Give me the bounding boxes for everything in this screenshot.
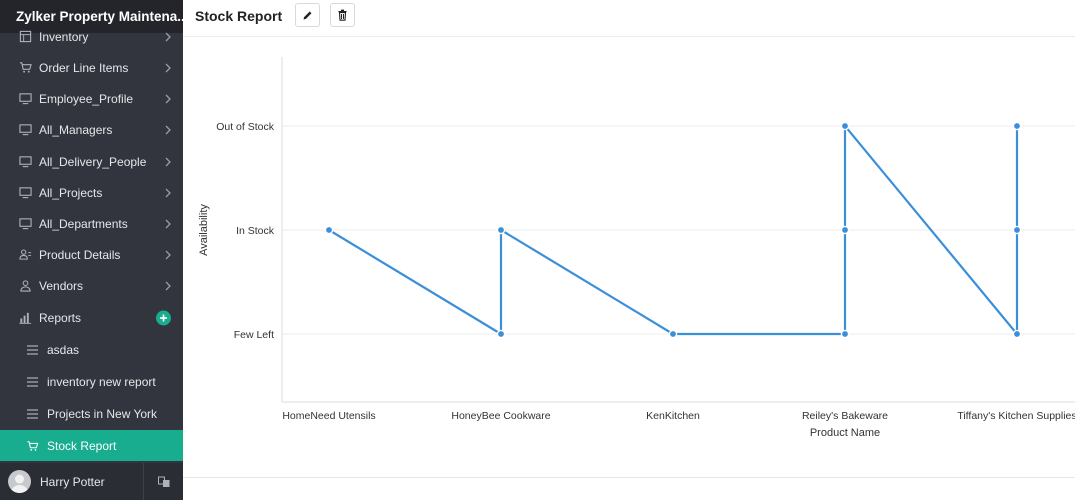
chevron-right-icon <box>165 281 171 290</box>
data-point[interactable] <box>840 225 850 235</box>
user-bar: Harry Potter <box>0 463 183 500</box>
report-item-label: asdas <box>47 342 80 357</box>
data-point[interactable] <box>1012 225 1022 235</box>
y-axis-label: Availability <box>198 204 210 256</box>
data-point[interactable] <box>1012 329 1022 339</box>
monitor-icon <box>18 123 32 137</box>
sidebar-item-label: All_Managers <box>39 122 113 137</box>
y-tick-label: Few Left <box>234 329 274 341</box>
x-tick-label: HomeNeed Utensils <box>282 410 375 422</box>
report-item-label: Stock Report <box>47 438 117 453</box>
sidebar: Zylker Property Maintena... Inventory Or… <box>0 0 183 500</box>
add-report-button[interactable] <box>156 310 171 325</box>
sidebar-item-reports[interactable]: Reports <box>0 302 183 333</box>
chevron-right-icon <box>165 125 171 134</box>
data-point[interactable] <box>840 329 850 339</box>
x-axis-label: Product Name <box>810 427 880 439</box>
table-icon <box>18 30 32 44</box>
users-icon <box>18 248 32 262</box>
translate-icon <box>157 476 169 487</box>
sidebar-item-all-departments[interactable]: All_Departments <box>0 208 183 239</box>
report-item-projects-in-new-york[interactable]: Projects in New York <box>0 398 183 429</box>
chart-icon <box>18 311 32 325</box>
x-tick-label: Tiffany's Kitchen Supplies <box>957 410 1075 422</box>
report-item-asdas[interactable]: asdas <box>0 334 183 365</box>
report-item-stock-report[interactable]: Stock Report <box>0 430 183 461</box>
monitor-icon <box>18 186 32 200</box>
sidebar-item-employee-profile[interactable]: Employee_Profile <box>0 83 183 114</box>
cart-icon <box>26 440 39 452</box>
sidebar-item-all-managers[interactable]: All_Managers <box>0 114 183 145</box>
list-icon <box>26 344 39 356</box>
data-point[interactable] <box>668 329 678 339</box>
chevron-right-icon <box>165 219 171 228</box>
sidebar-item-label: Employee_Profile <box>39 91 134 106</box>
list-icon <box>26 408 39 420</box>
sidebar-item-order-line-items[interactable]: Order Line Items <box>0 52 183 83</box>
monitor-icon <box>18 217 32 231</box>
sidebar-item-label: Order Line Items <box>39 60 129 75</box>
monitor-icon <box>18 155 32 169</box>
cart-icon <box>18 61 32 75</box>
chevron-right-icon <box>165 94 171 103</box>
sidebar-item-product-details[interactable]: Product Details <box>0 239 183 270</box>
user-name: Harry Potter <box>40 474 105 489</box>
page-title: Stock Report <box>195 8 283 24</box>
sidebar-item-label: Inventory <box>39 29 89 44</box>
x-tick-label: KenKitchen <box>646 410 700 422</box>
trash-icon <box>338 9 347 21</box>
x-tick-label: Reiley's Bakeware <box>802 410 888 422</box>
chevron-right-icon <box>165 188 171 197</box>
plus-icon <box>160 314 167 321</box>
page-header: Stock Report <box>183 0 1075 37</box>
data-point[interactable] <box>324 225 334 235</box>
pencil-icon <box>303 11 312 19</box>
report-item-label: Projects in New York <box>47 406 158 421</box>
footer-divider <box>183 477 1075 478</box>
sidebar-item-label: All_Departments <box>39 216 128 231</box>
sidebar-item-label: All_Delivery_People <box>39 154 147 169</box>
user-icon <box>18 279 32 293</box>
language-toggle-button[interactable] <box>143 463 183 500</box>
data-point[interactable] <box>496 225 506 235</box>
sidebar-item-vendors[interactable]: Vendors <box>0 270 183 301</box>
chevron-right-icon <box>165 157 171 166</box>
list-icon <box>26 376 39 388</box>
chevron-right-icon <box>165 32 171 41</box>
sidebar-item-all-projects[interactable]: All_Projects <box>0 177 183 208</box>
y-tick-label: In Stock <box>236 225 275 237</box>
sidebar-item-label: Reports <box>39 310 82 325</box>
data-point[interactable] <box>840 121 850 131</box>
line-chart: Few Left In Stock Out of Stock HomeNeed Ut… <box>198 57 1075 439</box>
data-point[interactable] <box>496 329 506 339</box>
sidebar-item-label: All_Projects <box>39 185 103 200</box>
chevron-right-icon <box>165 63 171 72</box>
data-point[interactable] <box>1012 121 1022 131</box>
delete-report-button[interactable] <box>330 3 355 27</box>
monitor-icon <box>18 92 32 106</box>
sidebar-item-all-delivery-people[interactable]: All_Delivery_People <box>0 146 183 177</box>
sidebar-item-label: Product Details <box>39 247 121 262</box>
y-tick-label: Out of Stock <box>216 121 275 133</box>
sidebar-item-inventory[interactable]: Inventory <box>0 21 183 52</box>
x-tick-label: HoneyBee Cookware <box>451 410 550 422</box>
stock-report-chart: Few Left In Stock Out of Stock HomeNeed Ut… <box>183 37 1075 477</box>
report-item-inventory-new-report[interactable]: inventory new report <box>0 366 183 397</box>
chevron-right-icon <box>165 250 171 259</box>
report-item-label: inventory new report <box>47 374 156 389</box>
sidebar-item-label: Vendors <box>39 278 84 293</box>
avatar[interactable] <box>8 470 31 493</box>
edit-report-button[interactable] <box>295 3 320 27</box>
